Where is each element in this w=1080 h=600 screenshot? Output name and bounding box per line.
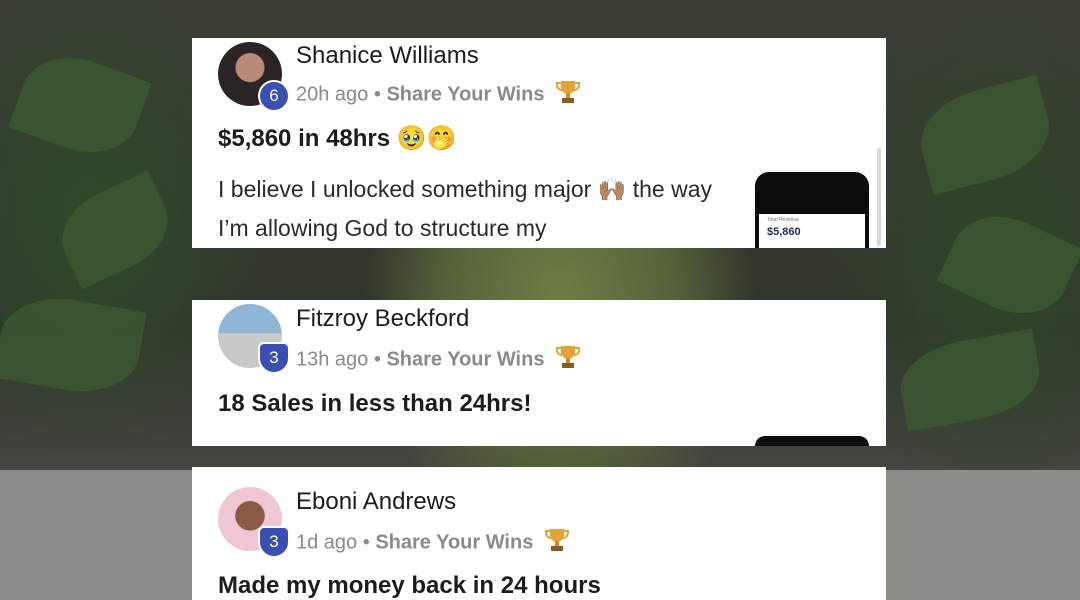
meta-separator: • <box>373 348 381 371</box>
post-thumbnail[interactable] <box>755 436 869 446</box>
author-name[interactable]: Fitzroy Beckford <box>296 305 469 333</box>
trophy-icon <box>556 344 581 376</box>
post-body[interactable]: I believe I unlocked something major 🙌🏽 … <box>218 170 728 248</box>
thumbnail-amount: $5,860 <box>767 226 801 238</box>
post-title[interactable]: Made my money back in 24 hours <box>218 572 601 600</box>
post-category[interactable]: Share Your Wins <box>386 83 544 105</box>
post-category[interactable]: Share Your Wins <box>386 348 544 370</box>
meta-separator: • <box>373 83 381 106</box>
level-badge: 3 <box>258 526 290 558</box>
post-time: 13h ago <box>296 348 369 371</box>
trophy-icon <box>556 79 581 111</box>
post-title[interactable]: $5,860 in 48hrs 🥹🤭 <box>218 124 457 153</box>
trophy-icon <box>544 527 569 559</box>
author-name[interactable]: Eboni Andrews <box>296 488 456 516</box>
scrollbar[interactable] <box>877 148 881 246</box>
post-card[interactable]: 6 Shanice Williams 20h ago • Share Your … <box>192 38 886 248</box>
post-thumbnail[interactable]: Total Revenue $5,860 <box>755 172 869 248</box>
post-card[interactable]: 3 Fitzroy Beckford 13h ago • Share Your … <box>192 300 886 446</box>
post-category[interactable]: Share Your Wins <box>375 531 533 553</box>
post-title[interactable]: 18 Sales in less than 24hrs! <box>218 390 532 418</box>
post-meta: 1d ago • Share Your Wins <box>296 527 569 559</box>
level-badge: 6 <box>258 80 290 112</box>
author-name[interactable]: Shanice Williams <box>296 42 479 70</box>
meta-separator: • <box>362 531 370 554</box>
post-card[interactable]: 3 Eboni Andrews 1d ago • Share Your Wins… <box>192 467 886 600</box>
level-badge: 3 <box>258 342 290 374</box>
post-time: 20h ago <box>296 83 369 106</box>
post-meta: 20h ago • Share Your Wins <box>296 79 581 111</box>
post-meta: 13h ago • Share Your Wins <box>296 344 581 376</box>
post-time: 1d ago <box>296 531 358 554</box>
